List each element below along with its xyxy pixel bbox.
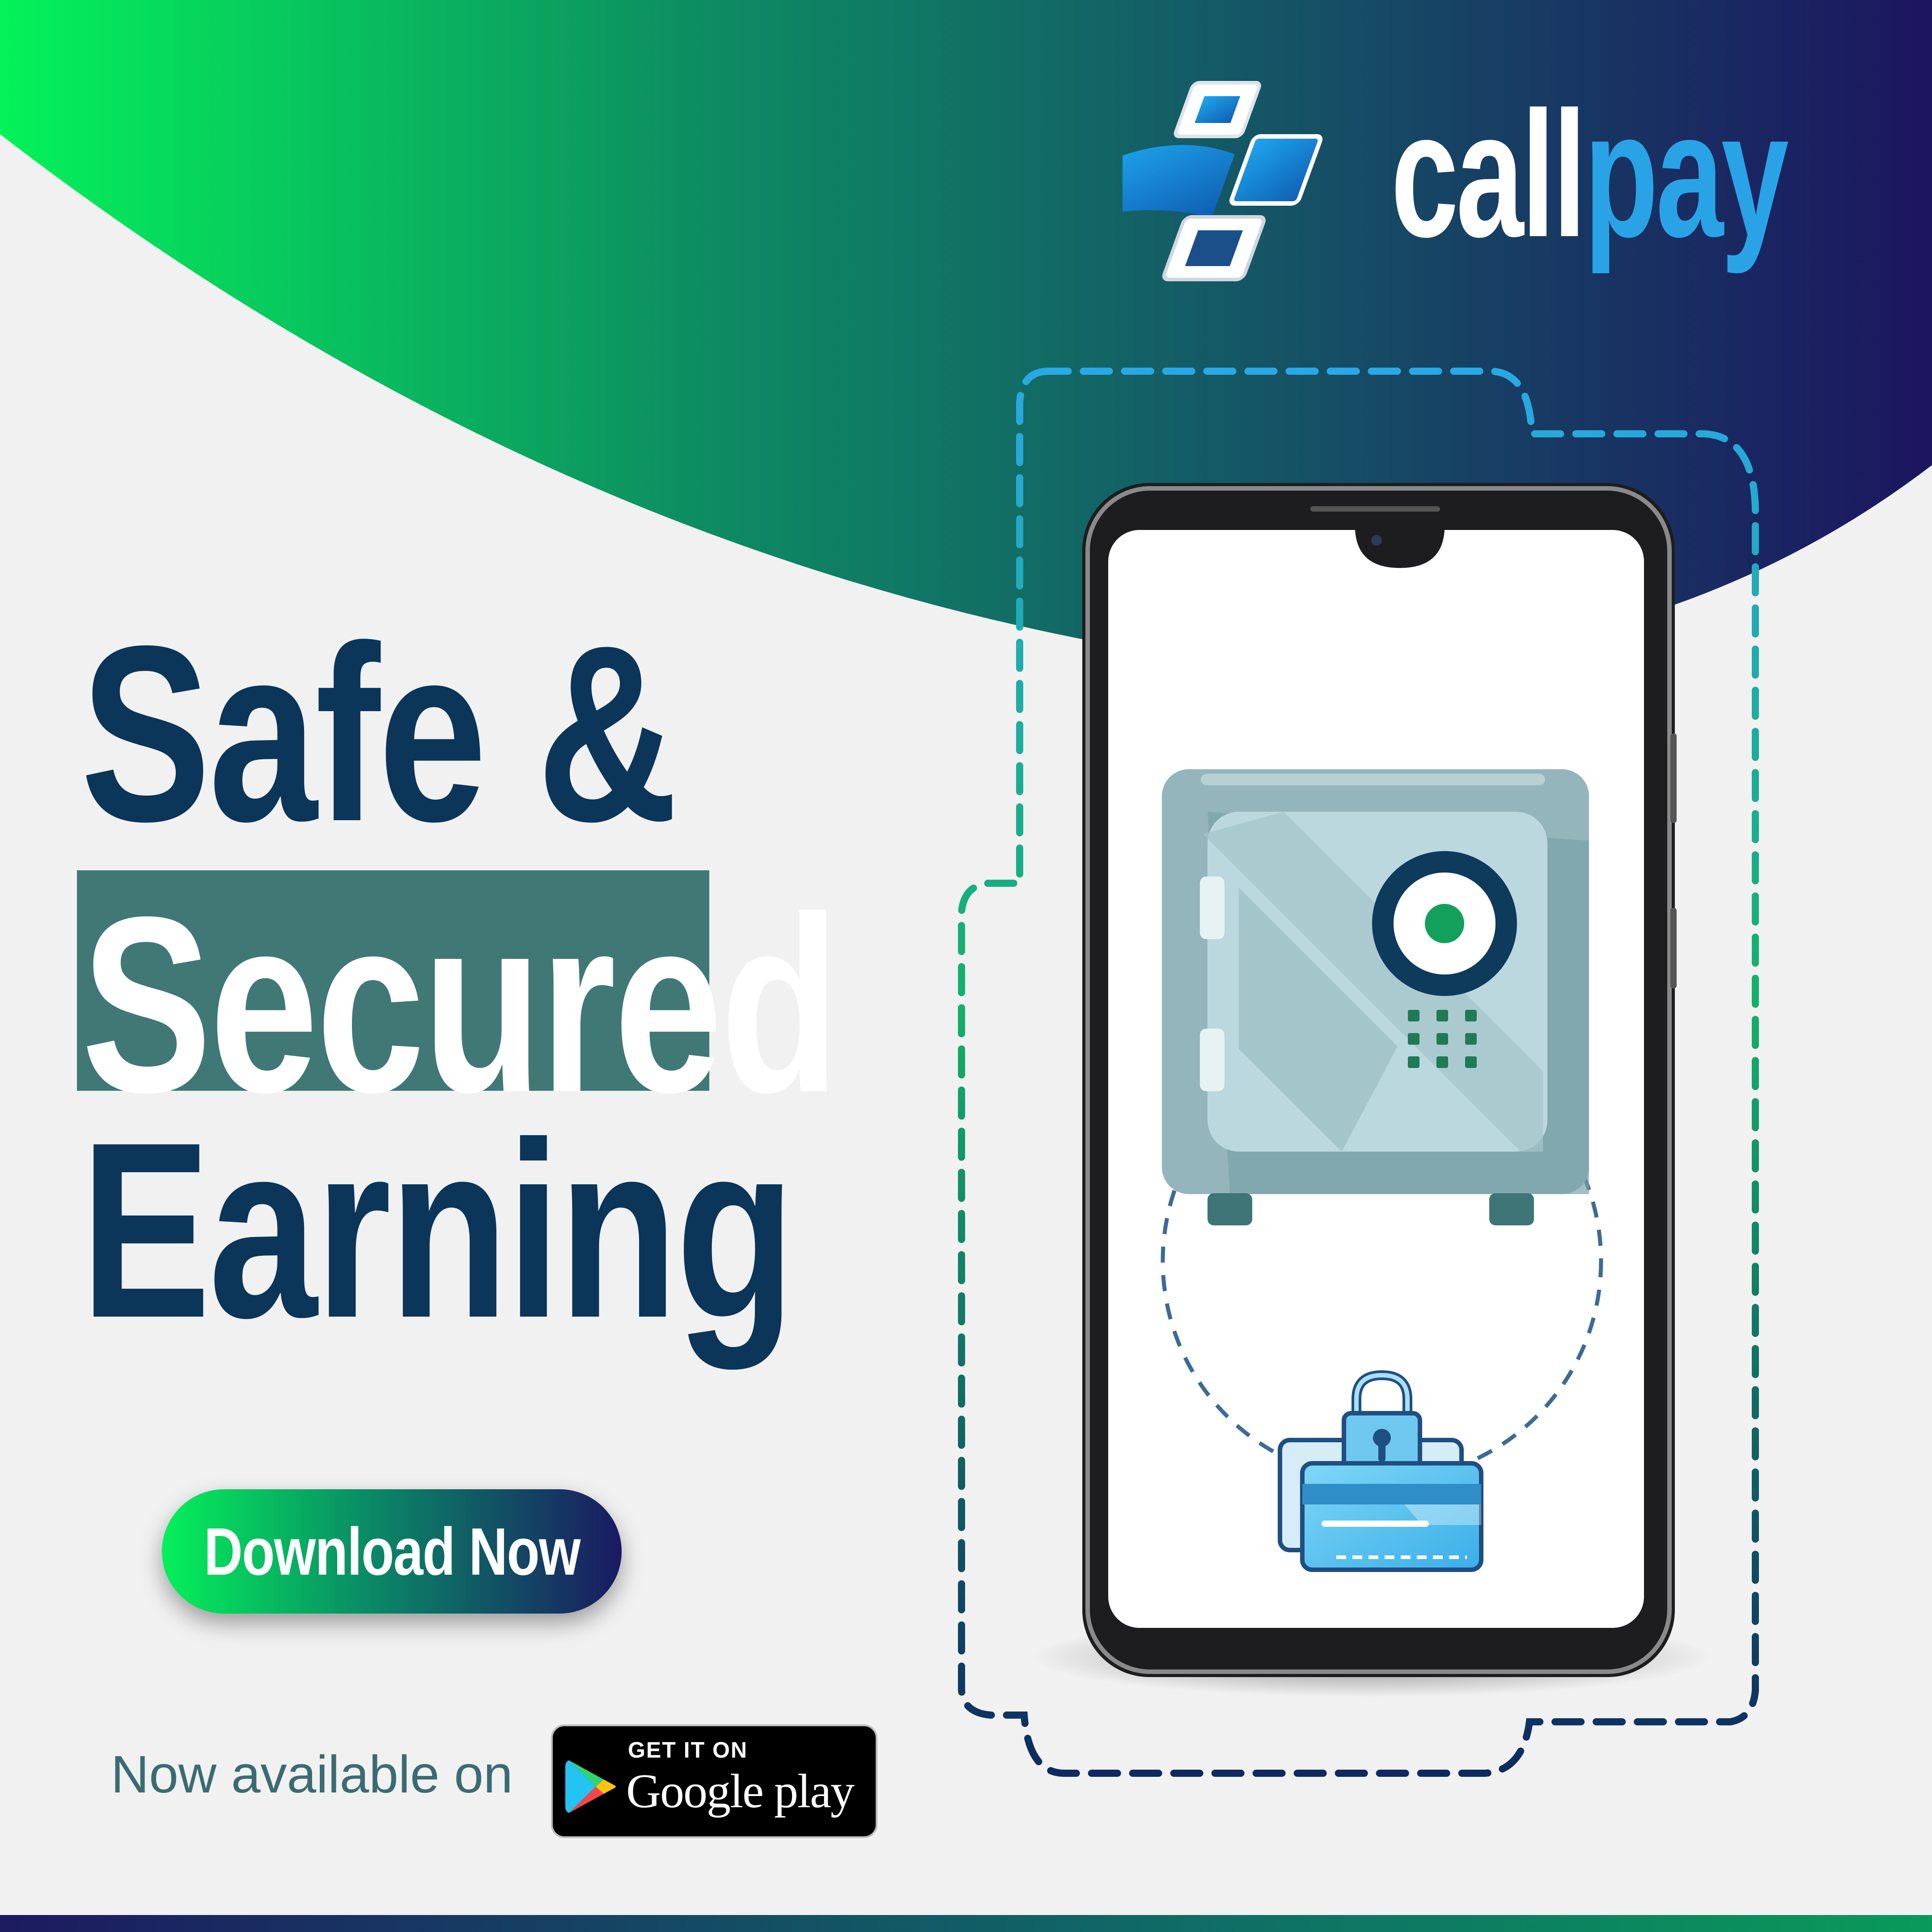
badge-top-text: GET IT ON (628, 1737, 748, 1763)
download-now-button[interactable]: Download Now (162, 1489, 622, 1614)
download-now-label: Download Now (203, 1513, 580, 1589)
google-play-badge[interactable]: GET IT ON Google play (551, 1724, 877, 1838)
headline-line-3: Earning (80, 1090, 795, 1370)
badge-main-text: Google play (626, 1765, 855, 1818)
safe-vault-icon (1162, 769, 1589, 1225)
availability-text: Now available on (111, 1745, 513, 1804)
headline-line-1: Safe & (80, 593, 678, 873)
google-play-icon (565, 1760, 616, 1813)
